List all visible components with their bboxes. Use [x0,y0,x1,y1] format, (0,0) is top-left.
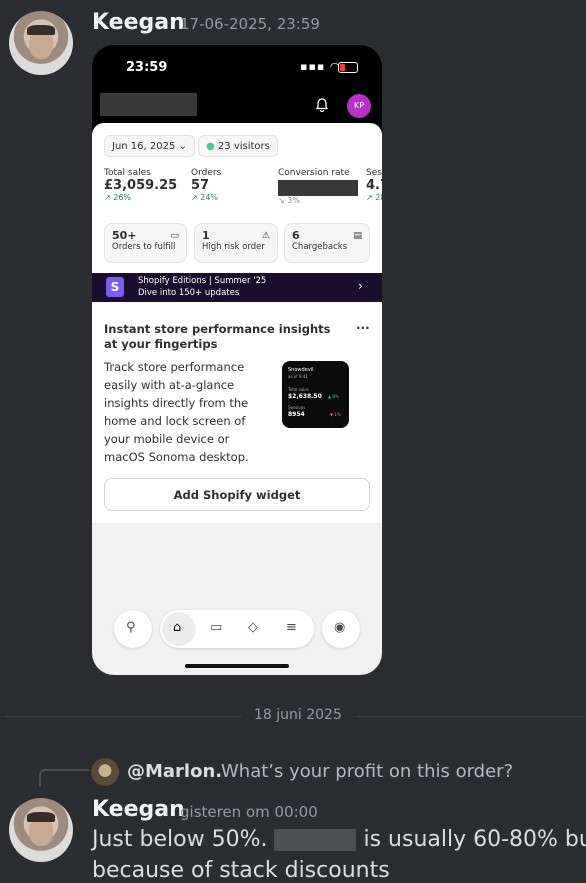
bell-icon[interactable] [314,97,330,117]
metric-value: 57 [191,178,210,193]
menu-icon[interactable]: ≡ [286,620,297,635]
divider-line-right [357,716,586,717]
username[interactable]: Keegan [92,10,185,35]
message-part-1: Just below 50%. [92,827,268,852]
orders-tab-icon[interactable]: ▭ [210,620,222,635]
tile-label: Orders to fulfill [112,242,176,252]
signal-wifi-icon: ▪▪▪ ︎◠ [300,60,341,73]
home-indicator [185,664,289,668]
metric-sessions[interactable]: Ses 4.7 ↗ 28 [366,168,382,202]
username[interactable]: Keegan [92,797,185,822]
message-part-2: is usually 60-80% but [363,827,586,852]
home-card: Jun 16, 2025 ⌄ ● 23 visitors Total sales… [92,123,382,523]
widget-sessions-label: Sessions [288,405,306,410]
metric-label: Ses [366,168,382,178]
search-icon: ⚲ [126,620,136,635]
metric-label: Total sales [104,168,151,178]
metric-value: 4.7 [366,178,382,193]
status-time: 23:59 [126,60,168,75]
metric-total-sales[interactable]: Total sales £3,059.25 ↗ 26% [104,168,177,202]
sidekick-icon: ◉ [334,620,346,635]
metric-delta: ↗ 28 [366,193,382,202]
metric-delta: ↘ 3% [278,196,300,205]
widget-sessions-value: 8954 [288,411,305,418]
date-label: Jun 16, 2025 [112,141,176,152]
live-dot-icon: ● [206,141,215,152]
reply-mention[interactable]: @Marlon. [127,761,222,782]
widget-sessions-delta: ▼ 1% [330,412,341,417]
tile-label: High risk order [202,242,265,252]
metric-label: Conversion rate [278,168,350,178]
tile-number: 6 [292,229,300,242]
timestamp: 17-06-2025, 23:59 [180,15,320,33]
tag-icon[interactable]: ◇ [248,620,258,635]
reply-text[interactable]: What’s your profit on this order? [221,761,513,782]
replied-user-avatar[interactable] [91,758,119,786]
clipboard-icon: ▤ [353,231,362,241]
tile-number: 50+ [112,229,137,242]
widget-sales-delta: ▲ 8% [328,394,339,399]
widget-sales-value: $2,638.50 [288,393,322,400]
metric-value: £3,059.25 [104,178,178,193]
add-widget-button[interactable]: Add Shopify widget [104,478,370,511]
metric-delta: ↗ 26% [104,193,132,202]
user-avatar[interactable] [9,11,73,75]
empty-area [92,523,382,675]
insights-title: Instant store performance insights at yo… [104,322,331,351]
insights-body: Track store performance easily with at-a… [104,360,249,464]
timestamp: gisteren om 00:00 [180,803,318,821]
widget-sales-label: Total sales [288,387,309,392]
bottom-tab-bar: ⌂ ▭ ◇ ≡ [160,610,314,648]
tile-label: Chargebacks [292,242,348,252]
message-text-line2: because of stack discounts [92,858,390,883]
home-tab[interactable]: ⌂ [162,612,196,646]
tile-high-risk-order[interactable]: 1 High risk order ⚠ [194,223,278,263]
date-divider: 18 juni 2025 [254,707,342,723]
widget-preview: Snowdevil as of 9:41 Total sales $2,638.… [282,361,349,428]
widget-store: Snowdevil [288,367,314,373]
battery-icon [338,62,358,73]
inbox-icon: ▭ [170,231,179,241]
metric-delta: ↗ 24% [191,193,219,202]
visitors-label: 23 visitors [217,141,270,152]
divider-line-left [5,716,241,717]
editions-banner[interactable]: S Shopify Editions | Summer '25 Dive int… [92,273,382,302]
metric-orders[interactable]: Orders 57 ↗ 24% [191,168,221,202]
redacted-value [278,180,358,196]
tile-orders-to-fulfill[interactable]: 50+ Orders to fulfill ▭ [104,223,187,263]
shopify-bag-icon: S [106,277,124,297]
home-icon: ⌂ [173,620,182,635]
reply-spine [39,769,89,787]
tile-chargebacks[interactable]: 6 Chargebacks ▤ [284,223,370,263]
user-avatar[interactable] [9,798,73,862]
banner-subtitle: Dive into 150+ updates [138,288,240,298]
metric-label: Orders [191,168,222,178]
chevron-right-icon: › [358,279,363,293]
sidekick-button[interactable]: ◉ [322,610,360,648]
redacted-store-name [100,93,197,116]
metric-conversion[interactable]: Conversion rate ↘ 3% [278,168,358,205]
account-avatar[interactable]: KP [347,94,371,118]
chevron-down-icon: ⌄ [178,141,187,152]
visitors-chip[interactable]: ● 23 visitors [198,135,278,157]
warning-icon: ⚠ [261,231,270,241]
redacted-text [274,829,357,851]
date-picker[interactable]: Jun 16, 2025 ⌄ [104,135,195,157]
message-text: Just below 50%. is usually 60-80% but [92,827,586,852]
more-options-icon[interactable]: ··· [356,321,370,335]
widget-asof: as of 9:41 [288,374,308,379]
screenshot-attachment[interactable]: 23:59 ▪▪▪ ︎◠ KP Jun 16, 2025 ⌄ ● 23 visi… [92,45,382,675]
search-button[interactable]: ⚲ [114,610,152,648]
tile-number: 1 [202,229,210,242]
banner-title: Shopify Editions | Summer '25 [138,276,267,286]
